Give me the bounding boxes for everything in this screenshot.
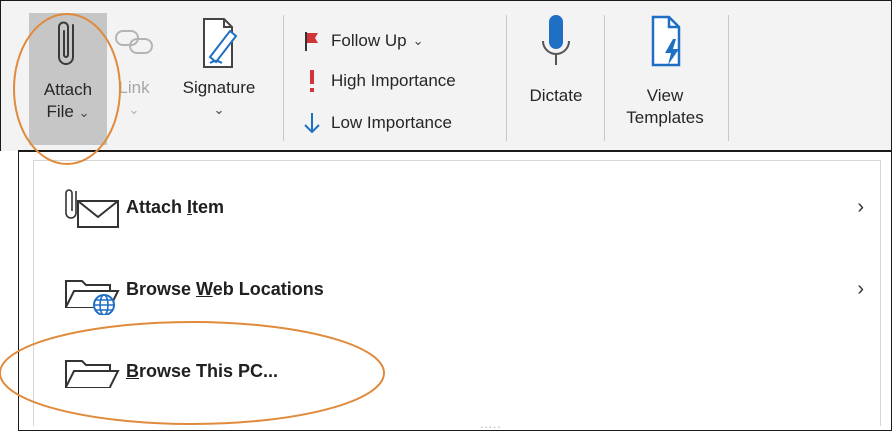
menu-item-browse-web-locations[interactable]: Browse Web Locations ›: [34, 259, 880, 319]
folder-icon: [60, 349, 124, 397]
attach-item-icon: [60, 185, 124, 233]
signature-icon: [196, 11, 242, 77]
dropdown-panel: Attach Item › Browse Web Locations › Bro…: [33, 160, 881, 431]
ribbon-separator: [604, 15, 605, 141]
menu-item-browse-this-pc[interactable]: Browse This PC...: [34, 341, 880, 401]
attach-file-dropdown: Attach Item › Browse Web Locations › Bro…: [18, 150, 892, 431]
attach-file-button[interactable]: Attach File ⌄: [29, 13, 107, 145]
dictate-label: Dictate: [529, 86, 583, 105]
signature-label: Signature: [182, 78, 256, 97]
ribbon-separator: [728, 15, 729, 141]
web-folder-icon: [60, 267, 124, 316]
high-importance-label: High Importance: [331, 71, 456, 90]
view-templates-button[interactable]: View Templates: [609, 11, 721, 146]
high-importance-icon: [301, 69, 323, 93]
flag-icon: [301, 30, 323, 52]
chevron-right-icon: ›: [857, 195, 864, 218]
menu-item-label: Browse Web Locations: [126, 278, 324, 299]
view-templates-label-line1: View: [646, 86, 684, 105]
ribbon: Attach File ⌄ Link ⌄ Signature ⌄ Follow …: [0, 0, 892, 151]
menu-item-label: Browse This PC...: [126, 360, 279, 381]
paperclip-icon: [53, 13, 83, 79]
low-importance-label: Low Importance: [331, 113, 452, 132]
chevron-down-icon: ⌄: [128, 102, 140, 117]
link-button[interactable]: Link ⌄: [109, 11, 159, 146]
menu-item-attach-item[interactable]: Attach Item ›: [34, 177, 880, 237]
chevron-right-icon: ›: [857, 277, 864, 300]
signature-button[interactable]: Signature ⌄: [169, 11, 269, 146]
high-importance-button[interactable]: High Importance: [301, 67, 456, 95]
ribbon-separator: [506, 15, 507, 141]
resize-grip[interactable]: .....: [480, 417, 502, 431]
arrow-down-icon: [301, 111, 323, 135]
link-label: Link: [118, 78, 150, 97]
follow-up-button[interactable]: Follow Up ⌄: [301, 27, 424, 55]
menu-item-label: Attach Item: [126, 196, 225, 217]
link-icon: [112, 11, 156, 77]
low-importance-button[interactable]: Low Importance: [301, 109, 452, 137]
chevron-down-icon: ⌄: [213, 102, 225, 117]
chevron-down-icon: ⌄: [412, 33, 424, 48]
templates-icon: [643, 11, 687, 77]
chevron-down-icon: ⌄: [78, 105, 90, 120]
view-templates-label-line2: Templates: [626, 108, 704, 127]
ribbon-separator: [283, 15, 284, 141]
attach-file-label-line2: File ⌄: [46, 102, 90, 121]
attach-file-label-line1: Attach: [43, 80, 93, 99]
microphone-icon: [538, 11, 574, 77]
follow-up-label: Follow Up: [331, 31, 407, 50]
dictate-button[interactable]: Dictate: [513, 11, 599, 146]
